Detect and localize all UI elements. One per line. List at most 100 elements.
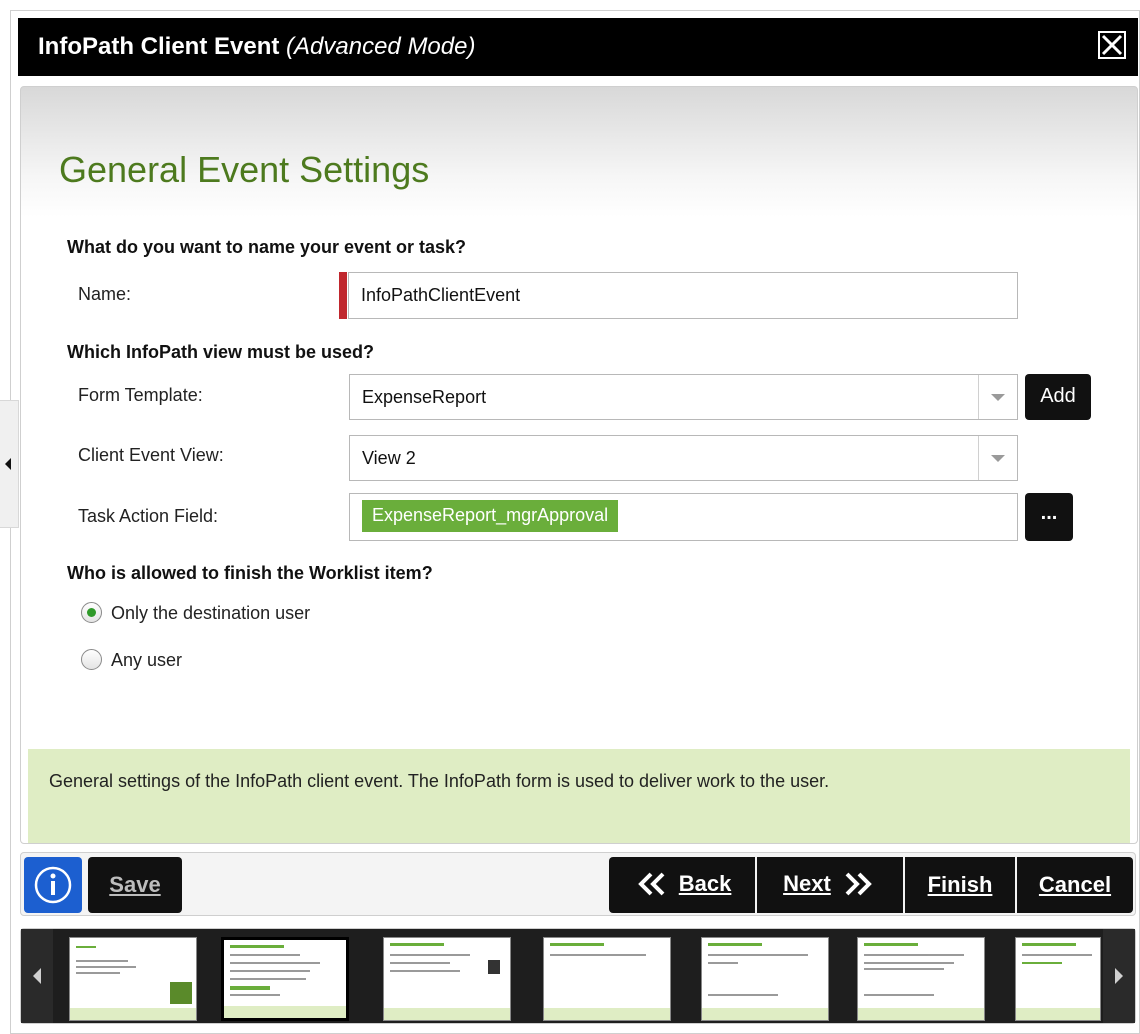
- thumbnail-page-6[interactable]: [857, 937, 985, 1021]
- info-button[interactable]: [24, 857, 82, 913]
- scroll-right-button[interactable]: [1103, 929, 1135, 1023]
- thumb-line: [390, 970, 460, 972]
- thumbnail-page-1[interactable]: [69, 937, 197, 1021]
- thumbnail-page-5[interactable]: [701, 937, 829, 1021]
- radio-any-user-label[interactable]: Any user: [111, 650, 182, 671]
- thumb-line: [864, 962, 954, 964]
- form-template-value: ExpenseReport: [362, 387, 487, 407]
- thumb-line: [550, 954, 646, 956]
- thumb-line: [708, 962, 738, 964]
- task-action-field[interactable]: ExpenseReport_mgrApproval: [349, 493, 1018, 541]
- close-icon: [1101, 34, 1123, 56]
- thumb-title: [550, 943, 604, 946]
- wizard-toolbar: Save Back Next Finish Cancel: [20, 852, 1136, 916]
- info-description-bar: General settings of the InfoPath client …: [28, 749, 1130, 843]
- dropdown-arrow-icon: [991, 394, 1005, 401]
- thumb-title: [230, 945, 284, 948]
- thumb-footer: [70, 1008, 196, 1020]
- question-view: Which InfoPath view must be used?: [67, 342, 375, 362]
- thumb-line: [708, 994, 778, 996]
- radio-only-destination-user[interactable]: [81, 602, 102, 623]
- settings-panel: General Event Settings What do you want …: [20, 86, 1138, 844]
- radio-only-destination-label[interactable]: Only the destination user: [111, 603, 310, 624]
- thumb-line: [230, 954, 300, 956]
- thumb-line: [1022, 954, 1092, 956]
- page-thumbnail-strip: [20, 928, 1136, 1024]
- thumb-footer: [224, 1006, 346, 1018]
- cancel-label: Cancel: [1038, 872, 1112, 897]
- thumbnail-page-4[interactable]: [543, 937, 671, 1021]
- thumb-footer: [858, 1008, 984, 1020]
- thumb-line: [390, 962, 450, 964]
- thumb-graphic: [170, 982, 192, 1004]
- scroll-left-icon: [33, 968, 41, 984]
- thumbnail-page-2-current[interactable]: [221, 937, 349, 1021]
- info-icon: [34, 866, 72, 904]
- dialog-title-text: InfoPath Client Event: [38, 33, 280, 60]
- form-template-select[interactable]: ExpenseReport: [349, 374, 1018, 420]
- thumbnail-page-3[interactable]: [383, 937, 511, 1021]
- thumb-footer: [1016, 1008, 1100, 1020]
- thumb-line: [864, 954, 964, 956]
- question-name: What do you want to name your event or t…: [67, 237, 467, 257]
- thumb-line: [708, 954, 808, 956]
- required-indicator: [339, 272, 347, 319]
- thumb-title: [1022, 943, 1076, 946]
- thumb-line: [390, 954, 470, 956]
- thumb-line: [864, 994, 934, 996]
- side-collapse-tab[interactable]: [0, 400, 19, 528]
- thumbnail-page-7[interactable]: [1015, 937, 1101, 1021]
- radio-selected-dot: [87, 608, 96, 617]
- thumb-line: [230, 962, 320, 964]
- name-input[interactable]: InfoPathClientEvent: [348, 272, 1018, 319]
- browse-button[interactable]: ...: [1025, 493, 1073, 541]
- thumb-line: [76, 972, 120, 974]
- thumb-line: [230, 978, 306, 980]
- thumb-title: [708, 943, 762, 946]
- cancel-button[interactable]: Cancel: [1017, 857, 1133, 913]
- form-template-label: Form Template:: [78, 385, 203, 405]
- thumb-footer: [702, 1008, 828, 1020]
- title-bar: InfoPath Client Event (Advanced Mode): [18, 18, 1138, 76]
- dropdown-arrow-icon: [991, 455, 1005, 462]
- thumb-line: [76, 960, 128, 962]
- task-action-chip[interactable]: ExpenseReport_mgrApproval: [362, 500, 619, 532]
- radio-any-user[interactable]: [81, 649, 102, 670]
- collapse-arrow-icon: [5, 458, 11, 470]
- task-action-label: Task Action Field:: [78, 506, 219, 526]
- info-description-text: General settings of the InfoPath client …: [49, 771, 830, 791]
- dialog-title: InfoPath Client Event (Advanced Mode): [38, 33, 475, 61]
- client-event-view-select[interactable]: View 2: [349, 435, 1018, 481]
- finish-label: Finish: [927, 872, 993, 897]
- name-label: Name:: [78, 284, 132, 304]
- client-event-view-value: View 2: [362, 448, 416, 468]
- next-chevrons-icon: [845, 872, 872, 896]
- next-label: Next: [783, 871, 831, 897]
- thumb-line: [230, 994, 280, 996]
- thumb-line: [76, 966, 136, 968]
- back-chevrons-icon: [637, 872, 665, 896]
- thumb-chip: [1022, 962, 1062, 964]
- scroll-right-icon: [1115, 968, 1123, 984]
- back-label: Back: [678, 871, 732, 897]
- finish-button[interactable]: Finish: [905, 857, 1015, 913]
- form-template-dropdown-button[interactable]: [978, 375, 1017, 419]
- thumb-title: [864, 943, 918, 946]
- scroll-left-button[interactable]: [21, 929, 53, 1023]
- client-event-view-label: Client Event View:: [78, 445, 224, 465]
- add-button[interactable]: Add: [1025, 374, 1091, 420]
- thumb-footer: [384, 1008, 510, 1020]
- thumb-logo: [76, 946, 96, 948]
- save-button[interactable]: Save: [88, 857, 182, 913]
- back-button[interactable]: Back: [609, 857, 755, 913]
- thumb-graphic: [488, 960, 500, 974]
- thumb-line: [864, 968, 944, 970]
- next-button[interactable]: Next: [757, 857, 903, 913]
- dialog-mode-text: (Advanced Mode): [286, 33, 476, 60]
- client-event-view-dropdown-button[interactable]: [978, 436, 1017, 480]
- thumb-title: [390, 943, 444, 946]
- page-title: General Event Settings: [59, 149, 430, 190]
- thumb-line: [230, 970, 310, 972]
- close-button[interactable]: [1098, 31, 1126, 59]
- save-label: Save: [109, 872, 161, 897]
